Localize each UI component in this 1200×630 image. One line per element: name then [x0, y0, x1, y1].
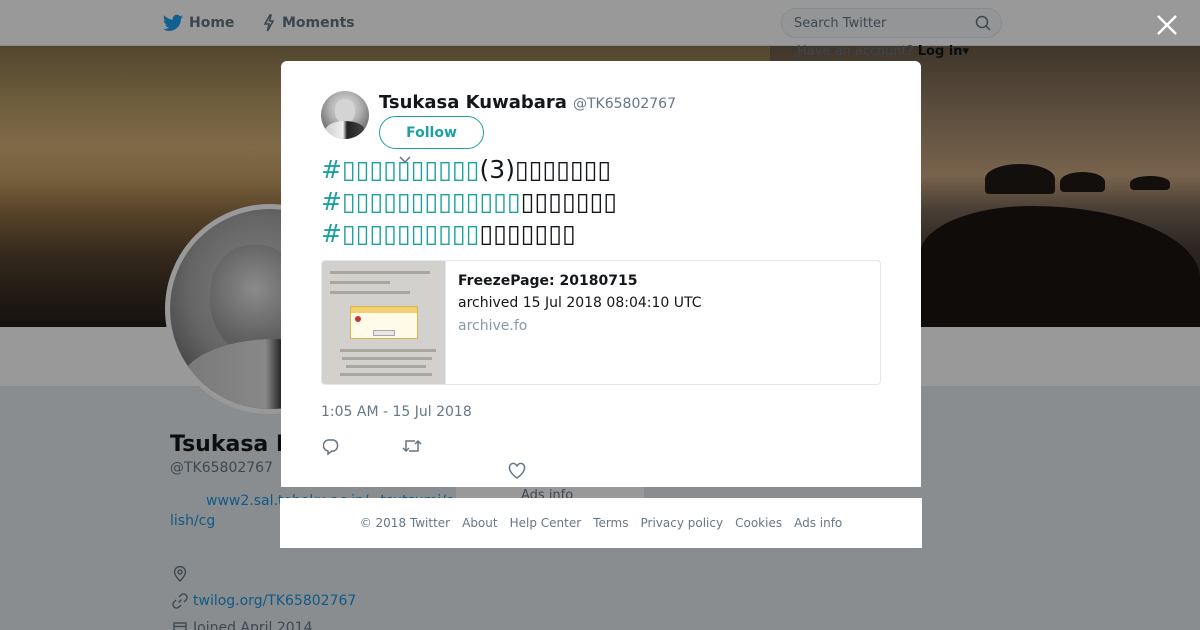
footer-link-help-center[interactable]: Help Center [510, 516, 582, 530]
footer-link-about[interactable]: About [462, 516, 497, 530]
footer-copyright: © 2018 Twitter [359, 516, 451, 530]
author-avatar[interactable] [321, 91, 369, 139]
close-icon[interactable] [1154, 12, 1180, 38]
tweet-modal: Tsukasa Kuwabara @TK65802767 Follow #▯▯▯… [281, 61, 921, 487]
retweet-icon[interactable] [402, 438, 422, 454]
card-thumbnail [322, 261, 446, 384]
card-title: FreezePage: 20180715 [458, 273, 638, 289]
hashtag-link[interactable]: #▯▯▯▯▯▯▯▯▯▯ [321, 155, 480, 184]
heart-icon[interactable] [508, 462, 526, 480]
tweet-text: #▯▯▯▯▯▯▯▯▯▯(3)▯▯▯▯▯▯▯ #▯▯▯▯▯▯▯▯▯▯▯▯▯▯▯▯▯… [321, 154, 901, 250]
author-handle[interactable]: @TK65802767 [573, 96, 676, 112]
tweet-line: #▯▯▯▯▯▯▯▯▯▯▯▯▯▯▯▯▯ [321, 218, 901, 250]
tweet-line: #▯▯▯▯▯▯▯▯▯▯(3)▯▯▯▯▯▯▯ [321, 154, 901, 186]
card-body: FreezePage: 20180715 archived 15 Jul 201… [446, 261, 714, 384]
footer-link-terms[interactable]: Terms [593, 516, 628, 530]
card-domain: archive.fo [458, 318, 528, 334]
card-description: archived 15 Jul 2018 08:04:10 UTC [458, 295, 702, 311]
tweet-line-text: ▯▯▯▯▯▯▯ [479, 219, 576, 248]
tweet-line-text: (3)▯▯▯▯▯▯▯ [479, 155, 612, 184]
reply-icon[interactable] [323, 438, 341, 456]
hashtag-link[interactable]: #▯▯▯▯▯▯▯▯▯▯▯▯▯ [321, 187, 521, 216]
hashtag-link[interactable]: #▯▯▯▯▯▯▯▯▯▯ [321, 219, 480, 248]
tweet-timestamp[interactable]: 1:05 AM - 15 Jul 2018 [321, 404, 472, 420]
modal-footer: © 2018 Twitter About Help Center Terms P… [280, 498, 922, 548]
footer-link-ads-info[interactable]: Ads info [794, 516, 842, 530]
tweet-line-text: ▯▯▯▯▯▯▯ [520, 187, 618, 216]
footer-link-privacy[interactable]: Privacy policy [641, 516, 724, 530]
link-card[interactable]: FreezePage: 20180715 archived 15 Jul 201… [321, 260, 881, 385]
footer-link-cookies[interactable]: Cookies [735, 516, 782, 530]
author-name[interactable]: Tsukasa Kuwabara [379, 92, 567, 113]
follow-button[interactable]: Follow [379, 116, 484, 149]
tweet-line: #▯▯▯▯▯▯▯▯▯▯▯▯▯▯▯▯▯▯▯▯ [321, 186, 901, 218]
